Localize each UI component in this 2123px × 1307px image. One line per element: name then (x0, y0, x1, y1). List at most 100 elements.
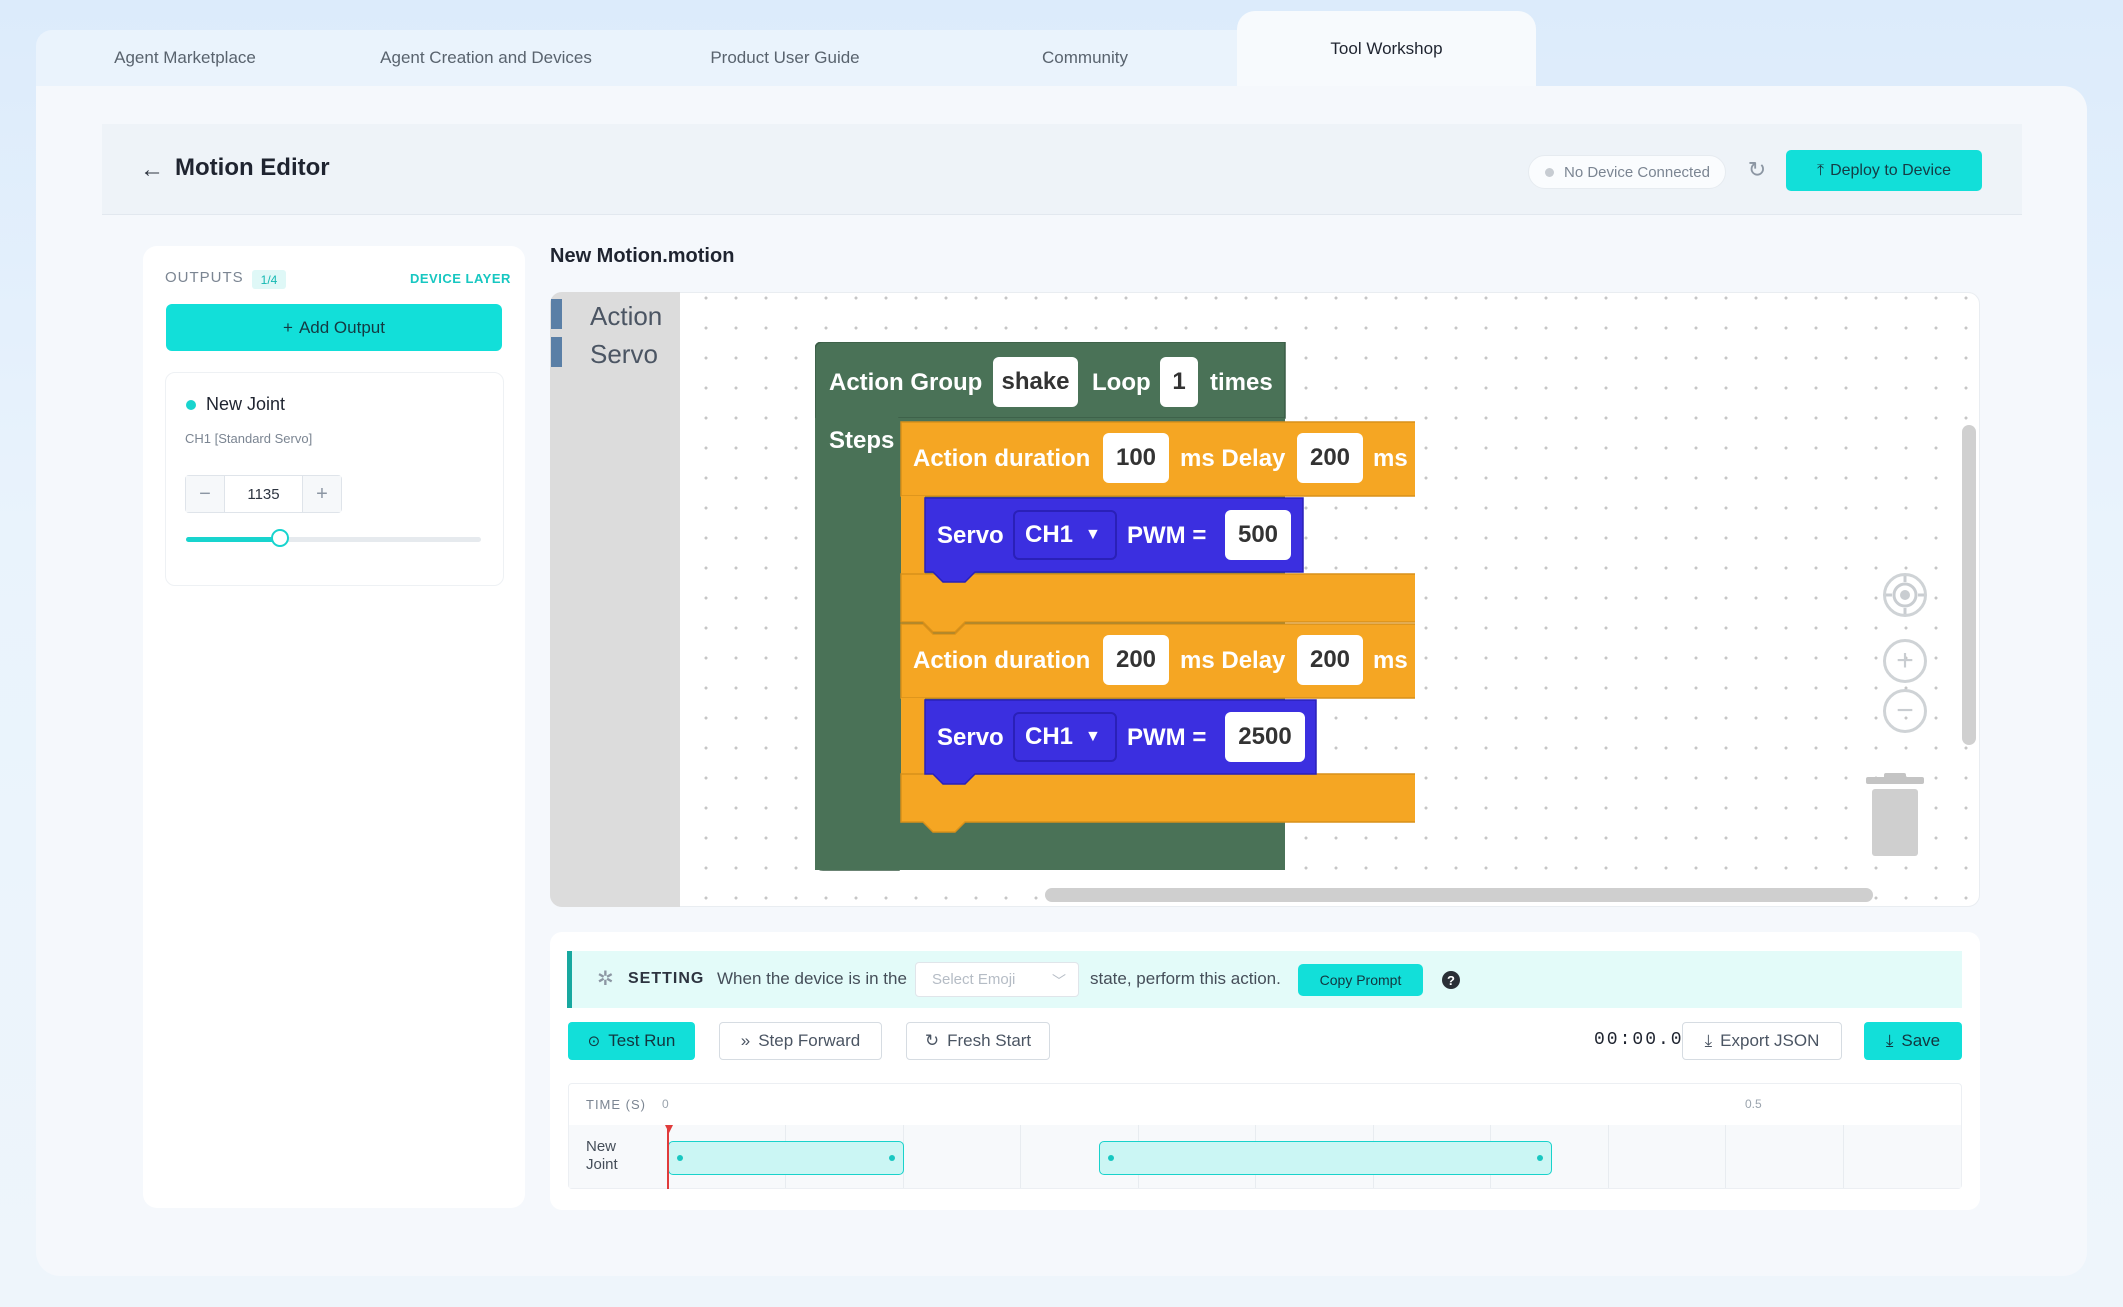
action-duration-field[interactable]: 200 (1103, 635, 1169, 685)
setting-text-before: When the device is in the (717, 969, 907, 988)
device-layer-link[interactable]: DEVICE LAYER (410, 271, 511, 286)
action-group-label: Action Group (829, 369, 983, 396)
joint-slider-fill (186, 537, 280, 542)
timeline-segment[interactable] (1099, 1141, 1552, 1175)
playhead-marker[interactable] (665, 1125, 673, 1133)
recenter-icon[interactable] (1883, 573, 1927, 617)
loop-label: Loop (1092, 369, 1151, 396)
refresh-icon[interactable]: ↻ (1744, 157, 1770, 183)
play-circle-icon: ⊙ (587, 1033, 601, 1050)
export-json-label: Export JSON (1720, 1031, 1820, 1050)
timeline-row-label: New Joint (586, 1138, 618, 1174)
refresh-icon: ↻ (924, 1031, 940, 1050)
test-run-label: Test Run (608, 1031, 676, 1050)
add-output-button[interactable]: + Add Output (166, 304, 502, 351)
tab-agent-creation[interactable]: Agent Creation and Devices (345, 30, 627, 86)
timeline-gridline (1725, 1125, 1726, 1188)
page-title: Motion Editor (175, 154, 330, 181)
delay-field[interactable]: 200 (1297, 635, 1363, 685)
action-block-2-spine (901, 698, 925, 776)
fresh-start-label: Fresh Start (947, 1031, 1032, 1050)
pwm-field[interactable]: 500 (1225, 510, 1291, 560)
joint-value-stepper[interactable]: − 1135 + (185, 475, 342, 513)
ms-delay-label: ms Delay (1180, 647, 1286, 674)
servo-label: Servo (937, 724, 1004, 751)
status-dot-icon (1545, 167, 1554, 177)
step-forward-button[interactable]: » Step Forward (719, 1022, 882, 1060)
joint-status-dot (186, 400, 196, 410)
action-duration-field[interactable]: 100 (1103, 433, 1169, 483)
toolbox-category-servo[interactable]: Servo (590, 339, 658, 370)
loop-count-field[interactable]: 1 (1160, 357, 1198, 407)
playhead[interactable] (667, 1127, 669, 1189)
pwm-field[interactable]: 2500 (1225, 712, 1305, 762)
channel-value: CH1 (1025, 521, 1074, 548)
caret-down-icon: ▼ (1085, 728, 1101, 745)
delay-field[interactable]: 200 (1297, 433, 1363, 483)
motion-file-name: New Motion.motion (550, 245, 735, 267)
test-run-button[interactable]: ⊙ Test Run (568, 1022, 695, 1060)
setting-text-after: state, perform this action. (1090, 969, 1281, 988)
steps-label: Steps (829, 427, 895, 454)
block-shapes (815, 342, 1415, 871)
outputs-count-badge: 1/4 (252, 270, 286, 289)
tab-product-user-guide[interactable]: Product User Guide (660, 30, 910, 86)
category-color-bar (551, 337, 562, 367)
zoom-in-icon[interactable]: + (1883, 639, 1927, 683)
upload-icon: ⤒ (1816, 161, 1825, 179)
timeline-header: TIME (S) (586, 1097, 646, 1112)
block-toolbox (550, 292, 680, 907)
ms-delay-label: ms Delay (1180, 445, 1286, 472)
tab-tool-workshop[interactable]: Tool Workshop (1237, 11, 1536, 87)
back-arrow-icon[interactable]: ← (140, 156, 168, 184)
fresh-start-button[interactable]: ↻ Fresh Start (906, 1022, 1050, 1060)
emoji-select-placeholder: Select Emoji (932, 971, 1016, 988)
plus-icon: + (283, 317, 293, 337)
category-color-bar (551, 299, 562, 329)
step-forward-label: Step Forward (758, 1031, 861, 1050)
copy-prompt-button[interactable]: Copy Prompt (1298, 964, 1423, 996)
servo-label: Servo (937, 522, 1004, 549)
add-output-label: Add Output (298, 317, 385, 337)
setting-label: SETTING (628, 970, 705, 987)
chevron-down-icon: ﹀ (1052, 973, 1066, 989)
tab-community[interactable]: Community (960, 30, 1210, 86)
emoji-select[interactable]: Select Emoji ﹀ (915, 962, 1079, 997)
caret-down-icon: ▼ (1085, 526, 1101, 543)
save-label: Save (1901, 1031, 1941, 1050)
channel-dropdown[interactable]: CH1 ▼ (1013, 712, 1117, 762)
help-icon[interactable]: ? (1442, 971, 1460, 989)
joint-value-input[interactable]: 1135 (224, 476, 303, 512)
action-group-name-field[interactable]: shake (993, 357, 1078, 407)
joint-slider-handle[interactable] (271, 529, 289, 547)
ms-label: ms (1373, 445, 1408, 472)
pwm-label: PWM = (1127, 522, 1207, 549)
export-json-button[interactable]: ⤓ Export JSON (1682, 1022, 1842, 1060)
outputs-label: OUTPUTS (165, 269, 244, 286)
download-icon: ⤓ (1885, 1031, 1894, 1050)
trash-icon[interactable] (1862, 773, 1928, 858)
timeline-tick-0: 0 (662, 1097, 669, 1111)
pwm-label: PWM = (1127, 724, 1207, 751)
ms-label: ms (1373, 647, 1408, 674)
timeline-row-label-line-2: Joint (586, 1156, 618, 1173)
channel-dropdown[interactable]: CH1 ▼ (1013, 510, 1117, 560)
timeline-tick-0-5: 0.5 (1745, 1097, 1762, 1111)
tab-agent-marketplace[interactable]: Agent Marketplace (60, 30, 310, 86)
deploy-button-label: Deploy to Device (1830, 161, 1952, 179)
playback-timer: 00:00.0 (1594, 1030, 1684, 1050)
decrement-button[interactable]: − (186, 476, 224, 512)
vertical-scrollbar[interactable] (1962, 425, 1976, 745)
toolbox-category-action[interactable]: Action (590, 301, 662, 332)
zoom-out-icon[interactable]: − (1883, 689, 1927, 733)
editor-header (102, 124, 2022, 215)
download-icon: ⤓ (1704, 1031, 1713, 1050)
timeline-segment[interactable] (668, 1141, 904, 1175)
horizontal-scrollbar[interactable] (1045, 888, 1873, 902)
deploy-button[interactable]: ⤒ Deploy to Device (1786, 150, 1982, 191)
channel-value: CH1 (1025, 723, 1074, 750)
sparkle-icon: ✲ (597, 968, 614, 990)
increment-button[interactable]: + (303, 476, 341, 512)
save-button[interactable]: ⤓ Save (1864, 1022, 1962, 1060)
double-chevron-right-icon: » (740, 1031, 751, 1050)
